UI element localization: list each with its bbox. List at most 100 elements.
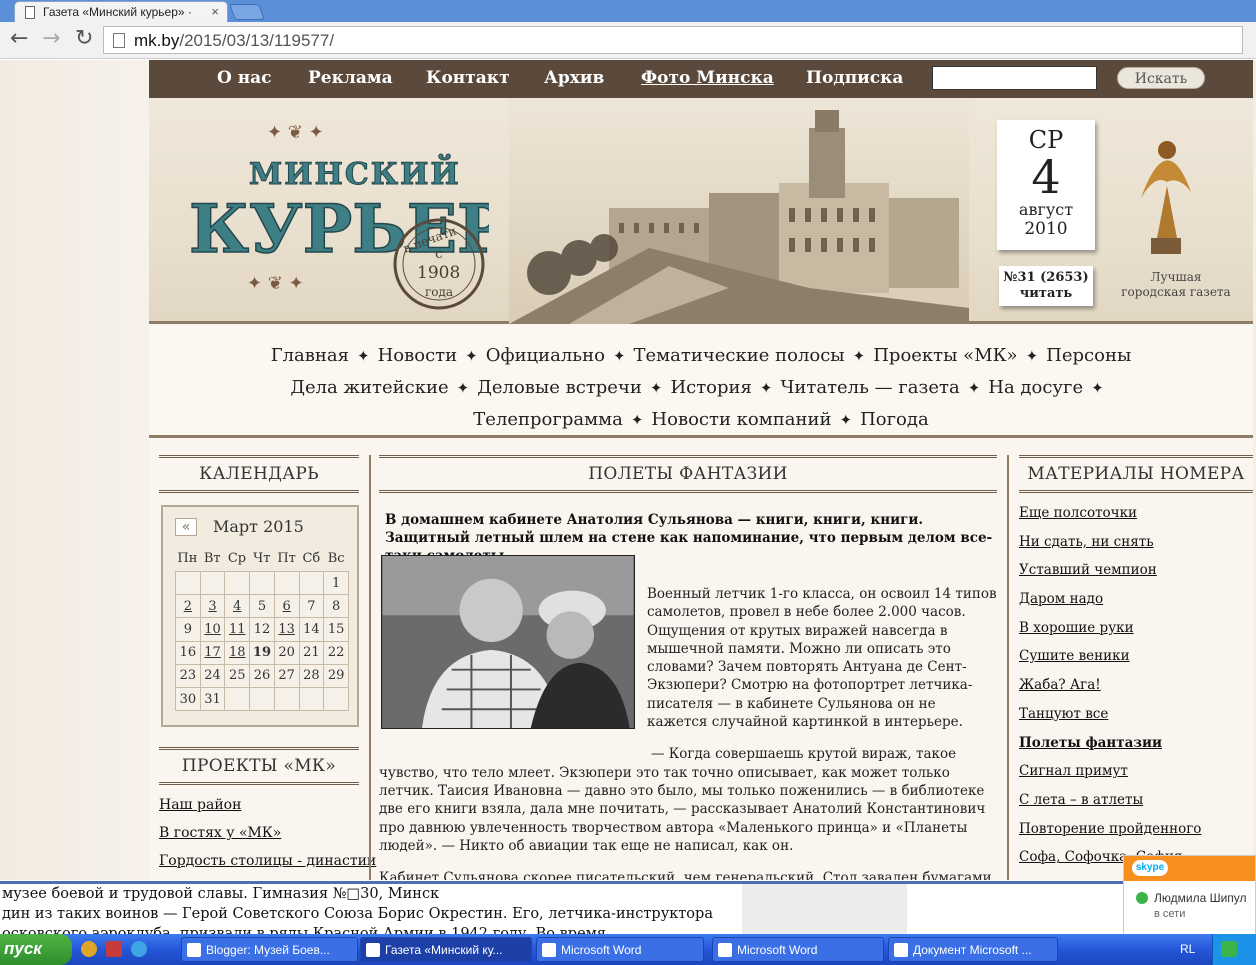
search-button[interactable]: Искать	[1117, 67, 1205, 89]
rubric-business[interactable]: Деловые встречи	[477, 377, 642, 398]
site-container: О нас Реклама Контакт Архив Фото Минска …	[149, 60, 1253, 880]
separator-icon: ✦	[456, 379, 470, 397]
rubric-company-news[interactable]: Новости компаний	[651, 409, 831, 430]
calendar-day: 19	[249, 640, 275, 665]
article-column: ПОЛЕТЫ ФАНТАЗИИ В домашнем кабинете Анат…	[379, 455, 997, 880]
gmail-quicklaunch-icon[interactable]	[106, 941, 122, 957]
material-link[interactable]: Еще полсоточки	[1019, 499, 1253, 528]
rubrics-line-3: Телепрограмма ✦ Новости компаний ✦ Погода	[149, 404, 1253, 436]
material-link[interactable]: Жаба? Ага!	[1019, 671, 1253, 700]
calendar-week: 16 17 18 19 20 21 22	[175, 640, 349, 665]
chrome-quicklaunch-icon[interactable]	[81, 941, 97, 957]
nav-minsk-photo[interactable]: Фото Минска	[641, 68, 774, 88]
nav-subscription[interactable]: Подписка	[806, 68, 903, 88]
projects-heading: ПРОЕКТЫ «МК»	[159, 747, 359, 785]
rubric-tv[interactable]: Телепрограмма	[473, 409, 623, 430]
issue-card[interactable]: №31 (2653) читать	[999, 266, 1093, 306]
nav-archive[interactable]: Архив	[544, 68, 604, 88]
ie-quicklaunch-icon[interactable]	[131, 941, 147, 957]
calendar-prev-icon[interactable]: «	[175, 518, 197, 536]
rubric-projects[interactable]: Проекты «МК»	[873, 345, 1017, 366]
rubric-thematic[interactable]: Тематические полосы	[634, 345, 845, 366]
material-link[interactable]: Повторение пройденного	[1019, 815, 1253, 844]
tab-close-icon[interactable]: ×	[211, 4, 219, 19]
calendar-grid: 1 2 3 4 5 6 7 8 9 10 11 12 13 14 15 16 17 18 19 20 21 22 23 24 2…	[175, 570, 349, 712]
calendar-day[interactable]: 13	[273, 617, 300, 642]
browser-tab[interactable]: Газета «Минский курьер» · ×	[14, 1, 228, 23]
issue-read-link[interactable]: читать	[999, 286, 1093, 302]
calendar-day[interactable]: 3	[199, 594, 226, 619]
page-favicon-icon	[25, 6, 35, 19]
rubric-persons[interactable]: Персоны	[1046, 345, 1131, 366]
page-background-left	[0, 60, 150, 880]
calendar-day[interactable]: 4	[224, 594, 251, 619]
calendar-day[interactable]: 11	[224, 617, 251, 642]
url-host: mk.by	[134, 31, 180, 50]
project-link[interactable]: В гостях у «МК»	[159, 825, 359, 841]
material-link[interactable]: В хорошие руки	[1019, 614, 1253, 643]
new-tab-button[interactable]	[229, 4, 265, 20]
date-card: СР 4 август 2010	[997, 120, 1095, 250]
online-status-icon	[1136, 892, 1148, 904]
address-bar[interactable]: mk.by/2015/03/13/119577/	[103, 26, 1243, 54]
calendar-week: 9 10 11 12 13 14 15	[175, 617, 349, 642]
calendar-day[interactable]: 18	[224, 640, 251, 665]
calendar-day[interactable]: 6	[273, 594, 300, 619]
rubric-official[interactable]: Официально	[486, 345, 605, 366]
calendar-weekdays: Пн Вт Ср Чт Пт Сб Вс	[177, 551, 345, 566]
word-icon	[894, 943, 908, 957]
award-caption: Лучшая городская газета	[1121, 270, 1231, 299]
minsky-kurier-logo[interactable]: ✦ ❦ ✦ МИНСКИЙ КУРЬЕР ✦ ❦ ✦ в печати с 19…	[189, 124, 489, 314]
rubric-leisure[interactable]: На досуге	[988, 377, 1083, 398]
skype-contact-status: в сети	[1154, 908, 1186, 920]
taskbar-item-document[interactable]: Документ Microsoft ...	[888, 937, 1058, 962]
rubric-history[interactable]: История	[670, 377, 751, 398]
calendar-day[interactable]: 17	[199, 640, 226, 665]
project-link[interactable]: Гордость столицы - династии	[159, 853, 376, 869]
date-day: 4	[1031, 150, 1061, 204]
nav-about[interactable]: О нас	[217, 68, 272, 88]
nav-contact[interactable]: Контакт	[426, 68, 510, 88]
material-link[interactable]: Ни сдать, ни снять	[1019, 528, 1253, 557]
skype-tray-icon[interactable]	[1221, 941, 1237, 957]
calendar-day[interactable]: 10	[199, 617, 226, 642]
material-link[interactable]: Даром надо	[1019, 585, 1253, 614]
calendar-day[interactable]: 2	[175, 594, 201, 619]
word-line: дин из таких воинов — Герой Советского С…	[2, 906, 713, 922]
project-link[interactable]: Наш район	[159, 797, 359, 813]
material-link[interactable]: Сушите веники	[1019, 642, 1253, 671]
calendar-day: 12	[249, 617, 275, 642]
back-arrow-icon[interactable]: ←	[10, 28, 28, 50]
rubric-weather[interactable]: Погода	[860, 409, 929, 430]
material-link-current[interactable]: Полеты фантазии	[1019, 729, 1253, 758]
taskbar-item-gazeta[interactable]: Газета «Минский ку...	[360, 937, 532, 962]
calendar-empty-cell	[298, 686, 325, 712]
material-link[interactable]: С лета – в атлеты	[1019, 786, 1253, 815]
rubric-reader[interactable]: Читатель — газета	[780, 377, 959, 398]
rubric-everyday[interactable]: Дела житейские	[290, 377, 448, 398]
material-link[interactable]: Танцуют все	[1019, 700, 1253, 729]
separator-icon: ✦	[465, 347, 478, 365]
article-paragraph: Военный летчик 1-го класса, он освоил 14…	[647, 586, 997, 731]
forward-arrow-icon[interactable]: →	[42, 28, 60, 50]
rubric-news[interactable]: Новости	[378, 345, 458, 366]
calendar-empty-cell	[249, 570, 275, 596]
date-month: август	[1018, 200, 1074, 219]
taskbar-item-blogger[interactable]: Blogger: Музей Боев...	[181, 937, 358, 962]
rubric-main[interactable]: Главная	[271, 345, 349, 366]
award-statuette-icon	[1141, 141, 1191, 254]
svg-text:с: с	[435, 246, 443, 262]
reload-icon[interactable]: ↻	[75, 28, 93, 50]
skype-notification[interactable]: skype Людмила Шипул в сети	[1123, 855, 1256, 935]
material-link[interactable]: Сигнал примут	[1019, 757, 1253, 786]
search-input[interactable]	[932, 66, 1097, 90]
language-indicator[interactable]: RL	[1180, 942, 1195, 956]
material-link[interactable]: Уставший чемпион	[1019, 556, 1253, 585]
taskbar-item-word-2[interactable]: Microsoft Word	[712, 937, 884, 962]
nav-advertising[interactable]: Реклама	[308, 68, 393, 88]
start-button[interactable]: пуск	[0, 934, 72, 965]
svg-text:года: года	[425, 285, 453, 299]
word-window-edge	[742, 884, 907, 937]
materials-column: МАТЕРИАЛЫ НОМЕРА Еще полсоточки Ни сдать…	[1019, 455, 1253, 880]
taskbar-item-word-1[interactable]: Microsoft Word	[536, 937, 704, 962]
